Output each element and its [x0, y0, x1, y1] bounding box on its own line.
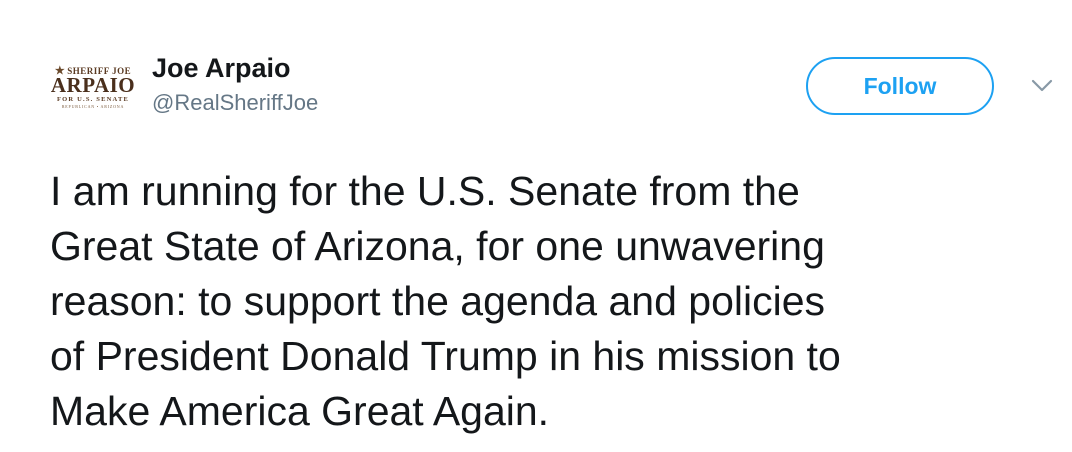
tweet-text-line: reason: to support the agenda and polici…	[50, 278, 825, 324]
tweet-card: ★ SHERIFF JOE ARPAIO FOR U.S. SENATE REP…	[0, 0, 1072, 452]
author-handle[interactable]: @RealSheriffJoe	[152, 89, 318, 117]
tweet-text: I am running for the U.S. Senate from th…	[50, 164, 1050, 439]
follow-button[interactable]: Follow	[806, 57, 994, 115]
author-name[interactable]: Joe Arpaio	[152, 51, 291, 85]
chevron-down-icon[interactable]	[1030, 78, 1054, 94]
tweet-text-line: of President Donald Trump in his mission…	[50, 333, 841, 379]
avatar-line-4: REPUBLICAN • ARIZONA	[61, 104, 125, 109]
avatar-line-3: FOR U.S. SENATE	[56, 96, 130, 103]
tweet-text-line: Make America Great Again.	[50, 388, 550, 434]
tweet-text-line: Great State of Arizona, for one unwaveri…	[50, 223, 825, 269]
tweet-text-line: I am running for the U.S. Senate from th…	[50, 168, 800, 214]
avatar[interactable]: ★ SHERIFF JOE ARPAIO FOR U.S. SENATE REP…	[48, 66, 138, 120]
avatar-line-2: ARPAIO	[50, 73, 136, 97]
